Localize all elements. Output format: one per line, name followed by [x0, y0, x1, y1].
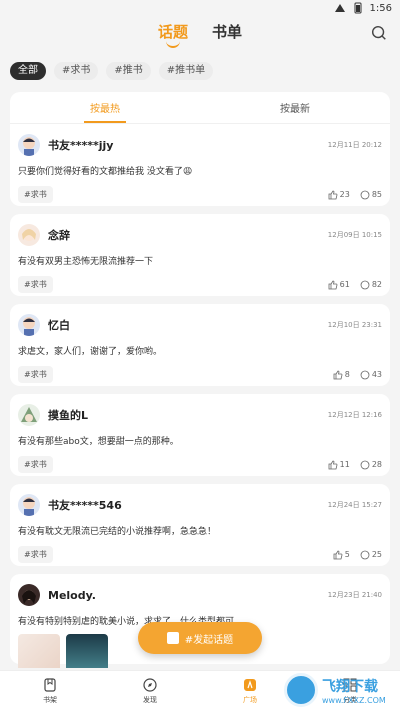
chip-request-book[interactable]: #求书 — [54, 62, 99, 80]
nav-square[interactable]: 广场 — [220, 677, 280, 705]
comment-button[interactable]: 43 — [360, 370, 382, 380]
chip-recommend-list[interactable]: #推书单 — [158, 62, 214, 80]
username[interactable]: 书友*****546 — [48, 497, 328, 513]
like-count: 11 — [339, 460, 350, 469]
filter-chips: 全部 #求书 #推书 #推书单 — [0, 52, 400, 90]
comment-button[interactable]: 28 — [360, 460, 382, 470]
comment-count: 82 — [371, 280, 382, 289]
avatar[interactable] — [18, 494, 40, 516]
post-feed[interactable]: 按最热 按最新 书友*****jjy 12月11日 20:12 只要你们觉得好看… — [10, 92, 390, 668]
like-button[interactable]: 5 — [333, 550, 350, 560]
username[interactable]: 忆白 — [48, 317, 328, 333]
signal-icon — [334, 4, 345, 12]
like-count: 8 — [344, 370, 350, 379]
sort-new[interactable]: 按最新 — [274, 92, 316, 123]
tab-booklists[interactable]: 书单 — [212, 21, 242, 48]
like-button[interactable]: 8 — [333, 370, 350, 380]
avatar[interactable] — [18, 314, 40, 336]
topic-tag[interactable]: #求书 — [18, 456, 53, 473]
post-date: 12月09日 10:15 — [327, 231, 382, 239]
comment-icon — [360, 280, 370, 289]
start-topic-label: #发起话题 — [184, 634, 234, 646]
post-date: 12月23日 21:40 — [327, 591, 382, 599]
nav-discover[interactable]: 发现 — [120, 677, 180, 705]
start-topic-button[interactable]: #发起话题 — [138, 622, 262, 654]
square-icon — [244, 678, 256, 691]
post-content: 求虐文，家人们，谢谢了，爱你哟。 — [18, 347, 163, 357]
like-count: 23 — [339, 190, 350, 199]
battery-icon — [354, 2, 362, 14]
post-date: 12月24日 15:27 — [327, 501, 382, 509]
thumbs-up-icon — [328, 460, 338, 469]
post-content: 有没有耽文无限流已完结的小说推荐啊，急急急！ — [18, 527, 217, 537]
comment-icon — [360, 190, 370, 199]
topic-tag[interactable]: #求书 — [18, 186, 53, 203]
post-image[interactable] — [18, 634, 60, 668]
watermark-text: 飞翔下载 — [322, 678, 378, 695]
comment-count: 28 — [371, 460, 382, 469]
post-content: 有没有双男主恐怖无限流推荐一下 — [18, 257, 154, 267]
thumbs-up-icon — [333, 370, 343, 379]
like-count: 5 — [344, 550, 350, 559]
post-date: 12月12日 12:16 — [327, 411, 382, 419]
comment-count: 43 — [371, 370, 382, 379]
post-content: 有没有那些abo文，想要甜一点的那种。 — [18, 437, 179, 447]
nav-bookshelf-label: 书架 — [43, 695, 57, 704]
nav-discover-label: 发现 — [143, 695, 157, 704]
avatar[interactable] — [18, 584, 40, 606]
post-card[interactable]: 摸鱼的L 12月12日 12:16 有没有那些abo文，想要甜一点的那种。 #求… — [10, 394, 390, 476]
post-content: 只要你们觉得好看的文都推给我 没文看了😩 — [18, 167, 193, 177]
username[interactable]: Melody. — [48, 589, 328, 602]
chip-recommend-book[interactable]: #推书 — [106, 62, 151, 80]
post-card[interactable]: 忆白 12月10日 23:31 求虐文，家人们，谢谢了，爱你哟。 #求书 8 4… — [10, 304, 390, 386]
thumbs-up-icon — [328, 280, 338, 289]
watermark: 飞翔下载 www.FXXZ.COM — [280, 670, 400, 710]
comment-count: 25 — [371, 550, 382, 559]
username[interactable]: 书友*****jjy — [48, 137, 328, 153]
comment-icon — [360, 550, 370, 559]
post-card[interactable]: 书友*****jjy 12月11日 20:12 只要你们觉得好看的文都推给我 没… — [10, 124, 390, 206]
comment-icon — [360, 460, 370, 469]
like-button[interactable]: 11 — [328, 460, 350, 470]
post-date: 12月10日 23:31 — [327, 321, 382, 329]
like-button[interactable]: 61 — [328, 280, 350, 290]
topic-tag[interactable]: #求书 — [18, 546, 53, 563]
thumbs-up-icon — [328, 190, 338, 199]
tab-topics[interactable]: 话题 — [158, 21, 188, 48]
post-date: 12月11日 20:12 — [327, 141, 382, 149]
comment-button[interactable]: 25 — [360, 550, 382, 560]
watermark-logo-icon — [284, 673, 318, 707]
comment-icon — [360, 370, 370, 379]
topic-tag[interactable]: #求书 — [18, 276, 53, 293]
like-button[interactable]: 23 — [328, 190, 350, 200]
post-image[interactable] — [66, 634, 108, 668]
topic-tag[interactable]: #求书 — [18, 366, 53, 383]
sort-hot[interactable]: 按最热 — [84, 92, 126, 123]
watermark-url: www.FXXZ.COM — [322, 695, 386, 705]
status-bar: 1:56 — [0, 0, 400, 16]
status-time: 1:56 — [369, 2, 392, 14]
top-nav: 话题 书单 — [0, 16, 400, 52]
bookshelf-icon — [44, 677, 56, 692]
comment-count: 85 — [371, 190, 382, 199]
avatar[interactable] — [18, 224, 40, 246]
post-card[interactable]: 书友*****546 12月24日 15:27 有没有耽文无限流已完结的小说推荐… — [10, 484, 390, 566]
comment-button[interactable]: 82 — [360, 280, 382, 290]
username[interactable]: 摸鱼的L — [48, 407, 328, 423]
compass-icon — [143, 677, 157, 692]
pen-icon — [166, 632, 179, 644]
nav-square-label: 广场 — [243, 695, 257, 704]
thumbs-up-icon — [333, 550, 343, 559]
sort-tabs: 按最热 按最新 — [10, 92, 390, 124]
comment-button[interactable]: 85 — [360, 190, 382, 200]
search-icon[interactable] — [370, 24, 388, 42]
post-card[interactable]: 念辞 12月09日 10:15 有没有双男主恐怖无限流推荐一下 #求书 61 8… — [10, 214, 390, 296]
avatar[interactable] — [18, 134, 40, 156]
username[interactable]: 念辞 — [48, 227, 328, 243]
chip-all[interactable]: 全部 — [10, 62, 46, 80]
avatar[interactable] — [18, 404, 40, 426]
nav-bookshelf[interactable]: 书架 — [20, 677, 80, 705]
like-count: 61 — [339, 280, 350, 289]
